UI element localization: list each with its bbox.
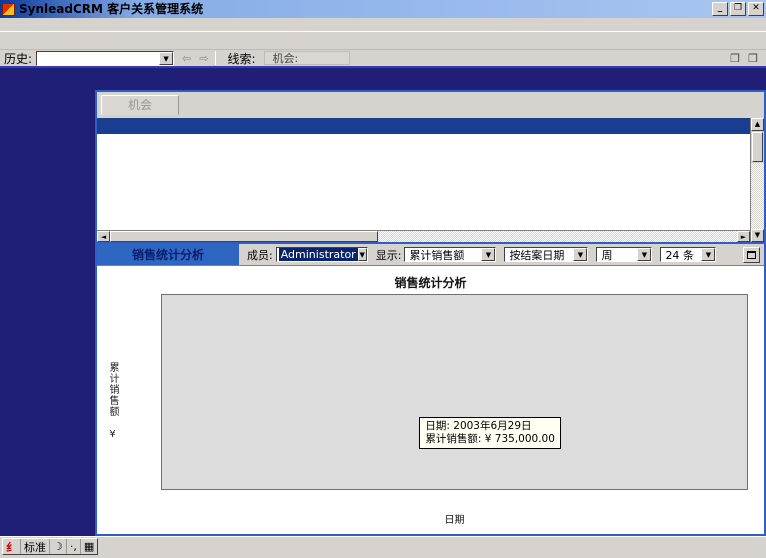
back-icon[interactable]: ⇦ — [178, 52, 195, 65]
opportunity-tab-label: 机会 — [101, 95, 179, 115]
maximize-chart-button[interactable] — [743, 247, 760, 263]
history-label: 历史: — [4, 50, 32, 67]
chart-tooltip: 日期: 2003年6月29日 累计销售额: ¥ 735,000.00 — [419, 417, 561, 449]
plot-area: 日期: 2003年6月29日 累计销售额: ¥ 735,000.00 — [161, 294, 748, 490]
chevron-down-icon[interactable]: ▼ — [701, 248, 715, 261]
chart-panel-title: 销售统计分析 — [97, 244, 239, 265]
chevron-down-icon[interactable]: ▼ — [159, 52, 173, 65]
app-icon — [2, 3, 15, 16]
toolbar — [0, 32, 766, 50]
lead-label: 线索: — [227, 50, 255, 67]
opportunity-panel: 机会 ◄ ► ▲ ▼ — [97, 92, 764, 242]
ime-mode-label[interactable]: 标准 — [21, 539, 50, 554]
vertical-scroll-thumb[interactable] — [752, 132, 763, 162]
minimize-button[interactable]: _ — [712, 2, 728, 16]
count-combobox[interactable]: 24 条 ▼ — [660, 247, 716, 262]
menu-bar — [0, 18, 766, 32]
y-axis — [97, 294, 157, 490]
member-combobox[interactable]: Administrator ▼ — [276, 247, 368, 262]
ime-punctuation-icon[interactable]: ·, — [67, 539, 81, 554]
sidebar — [0, 90, 95, 536]
display-combobox[interactable]: 累计销售额 ▼ — [404, 247, 496, 262]
report-book-icon[interactable]: ❒ — [726, 50, 744, 66]
history-bar: 历史: ▼ ⇦ ⇨ 线索: 机会: ❒ ❒ — [0, 50, 766, 66]
member-label: 成员: — [247, 247, 273, 263]
ime-toolbar[interactable]: 纟 标准 ☽ ·, ▦ — [2, 538, 98, 555]
ime-logo-icon[interactable]: 纟 — [3, 539, 21, 554]
window-title: SynleadCRM 客户关系管理系统 — [19, 0, 710, 18]
x-axis-label: 日期 — [161, 511, 748, 526]
group-by-combobox[interactable]: 按结案日期 ▼ — [504, 247, 588, 262]
entity-indicator: 机会: — [264, 51, 350, 65]
chevron-down-icon[interactable]: ▼ — [481, 248, 495, 261]
period-combobox[interactable]: 周 ▼ — [596, 247, 652, 262]
scroll-right-icon[interactable]: ► — [737, 231, 750, 242]
status-bar: 纟 标准 ☽ ·, ▦ — [0, 536, 766, 558]
restore-button[interactable]: ❐ — [730, 2, 746, 16]
display-label: 显示: — [376, 247, 402, 263]
module-tabstrip — [0, 66, 766, 90]
horizontal-scroll-thumb[interactable] — [110, 231, 378, 242]
title-bar: SynleadCRM 客户关系管理系统 _ ❐ ✕ — [0, 0, 766, 18]
chevron-down-icon[interactable]: ▼ — [637, 248, 651, 261]
report-book2-icon[interactable]: ❒ — [744, 50, 762, 66]
chevron-down-icon[interactable]: ▼ — [358, 248, 367, 261]
ime-softkeyboard-icon[interactable]: ▦ — [81, 539, 97, 554]
chart-panel-header: 销售统计分析 成员: Administrator ▼ 显示: 累计销售额 ▼ — [97, 244, 764, 265]
opportunity-grid: ◄ ► — [97, 118, 750, 242]
sales-statistics-panel: 销售统计分析 成员: Administrator ▼ 显示: 累计销售额 ▼ — [97, 242, 764, 534]
forward-icon[interactable]: ⇨ — [195, 52, 212, 65]
close-button[interactable]: ✕ — [748, 2, 764, 16]
content-frame: 机会 ◄ ► ▲ ▼ — [95, 90, 766, 536]
chart-area: 销售统计分析 累计销售额 ¥ 日期: 2003年6月29日 累计销售额: ¥ 7… — [97, 265, 764, 534]
scroll-up-icon[interactable]: ▲ — [751, 118, 764, 131]
opportunity-panel-header: 机会 — [97, 92, 764, 118]
ime-halfwidth-icon[interactable]: ☽ — [50, 539, 67, 554]
chevron-down-icon[interactable]: ▼ — [573, 248, 587, 261]
history-combobox[interactable]: ▼ — [36, 51, 174, 66]
scroll-left-icon[interactable]: ◄ — [97, 231, 110, 242]
vertical-scrollbar[interactable]: ▲ ▼ — [750, 118, 764, 242]
chart-title: 销售统计分析 — [97, 274, 764, 291]
horizontal-scrollbar[interactable]: ◄ ► — [97, 230, 750, 242]
grid-header-row — [97, 118, 750, 134]
scroll-down-icon[interactable]: ▼ — [751, 229, 764, 242]
